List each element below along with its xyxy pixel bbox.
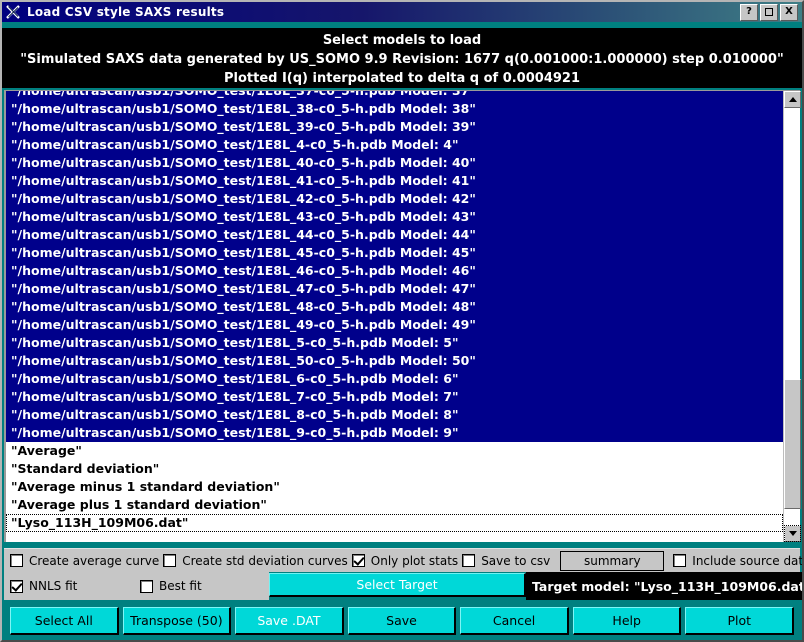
- list-item[interactable]: "/home/ultrascan/usb1/SOMO_test/1E8L_5-c…: [6, 334, 783, 352]
- best-fit-checkbox-icon[interactable]: [140, 579, 153, 593]
- save-to-csv-checkbox-icon[interactable]: [462, 554, 476, 567]
- vertical-scrollbar[interactable]: [783, 91, 801, 542]
- window-help-button[interactable]: ?: [740, 3, 758, 21]
- model-list-panel: "/home/ultrascan/usb1/SOMO_test/1E8L_37-…: [4, 90, 801, 542]
- list-item[interactable]: "/home/ultrascan/usb1/SOMO_test/1E8L_42-…: [6, 190, 783, 208]
- summary-button[interactable]: summary: [560, 550, 665, 571]
- checkbox-create-average-curve[interactable]: Create average curve: [10, 554, 159, 568]
- only-plot-stats-checkbox-icon[interactable]: [351, 554, 365, 567]
- include-source-data-label: Include source data: [692, 553, 804, 568]
- nnls-fit-label: NNLS fit: [29, 579, 78, 593]
- list-item[interactable]: "/home/ultrascan/usb1/SOMO_test/1E8L_41-…: [6, 172, 783, 190]
- list-item[interactable]: "/home/ultrascan/usb1/SOMO_test/1E8L_44-…: [6, 226, 783, 244]
- list-item[interactable]: "/home/ultrascan/usb1/SOMO_test/1E8L_7-c…: [6, 388, 783, 406]
- model-list-rows: "/home/ultrascan/usb1/SOMO_test/1E8L_37-…: [6, 91, 783, 532]
- header-line-2: "Simulated SAXS data generated by US_SOM…: [20, 52, 784, 67]
- window-controls: ? X: [740, 3, 798, 21]
- scroll-down-button[interactable]: [784, 525, 801, 542]
- header-line-3: Plotted I(q) interpolated to delta q of …: [223, 71, 581, 86]
- include-source-data-checkbox-icon[interactable]: [673, 554, 687, 567]
- scrollbar-thumb[interactable]: [784, 379, 801, 509]
- checkbox-include-source-data[interactable]: Include source data: [673, 553, 804, 568]
- scroll-up-arrow-icon: [788, 97, 797, 102]
- saxs-results-dialog: Load CSV style SAXS results ? X Select m…: [0, 0, 804, 642]
- fit-options-group: NNLS fit Best fit: [4, 572, 269, 600]
- window-maximize-button[interactable]: [760, 3, 778, 21]
- list-item[interactable]: "Average minus 1 standard deviation": [6, 478, 783, 496]
- list-item[interactable]: "Average": [6, 442, 783, 460]
- create-average-curve-checkbox-icon[interactable]: [10, 554, 23, 567]
- title-bar: Load CSV style SAXS results ? X: [2, 2, 802, 22]
- save-button[interactable]: Save: [347, 607, 457, 635]
- create-average-curve-label: Create average curve: [29, 553, 160, 568]
- list-item[interactable]: "/home/ultrascan/usb1/SOMO_test/1E8L_38-…: [6, 100, 783, 118]
- nnls-fit-checkbox-icon[interactable]: [10, 579, 23, 593]
- checkbox-save-to-csv[interactable]: Save to csv: [462, 554, 550, 568]
- cancel-button[interactable]: Cancel: [460, 607, 569, 635]
- scroll-up-button[interactable]: [784, 91, 801, 108]
- dialog-button-bar: Select All Transpose (50) Save .DAT Save Can…: [4, 602, 800, 640]
- list-item[interactable]: "/home/ultrascan/usb1/SOMO_test/1E8L_9-c…: [6, 424, 783, 442]
- options-row-fit: NNLS fit Best fit Select Target Target m…: [4, 572, 802, 600]
- list-item[interactable]: "/home/ultrascan/usb1/SOMO_test/1E8L_46-…: [6, 262, 783, 280]
- transpose-button[interactable]: Transpose (50): [122, 607, 232, 635]
- create-std-deviation-curves-checkbox-icon[interactable]: [163, 554, 177, 567]
- list-item[interactable]: "/home/ultrascan/usb1/SOMO_test/1E8L_37-…: [6, 91, 783, 100]
- checkbox-best-fit[interactable]: Best fit: [140, 579, 202, 593]
- list-item[interactable]: "Standard deviation": [6, 460, 783, 478]
- window-close-button[interactable]: X: [780, 3, 798, 21]
- list-item[interactable]: "/home/ultrascan/usb1/SOMO_test/1E8L_4-c…: [6, 136, 783, 154]
- checkbox-create-std-deviation-curves[interactable]: Create std deviation curves: [163, 554, 348, 568]
- list-item[interactable]: "/home/ultrascan/usb1/SOMO_test/1E8L_43-…: [6, 208, 783, 226]
- header-line-1: Select models to load: [322, 33, 482, 48]
- list-item[interactable]: "/home/ultrascan/usb1/SOMO_test/1E8L_50-…: [6, 352, 783, 370]
- list-item[interactable]: "/home/ultrascan/usb1/SOMO_test/1E8L_8-c…: [6, 406, 783, 424]
- list-item[interactable]: "Lyso_113H_109M06.dat": [6, 514, 783, 532]
- list-item[interactable]: "/home/ultrascan/usb1/SOMO_test/1E8L_48-…: [6, 298, 783, 316]
- plot-button[interactable]: Plot: [685, 607, 795, 635]
- maximize-icon: [765, 8, 773, 16]
- list-item[interactable]: "/home/ultrascan/usb1/SOMO_test/1E8L_39-…: [6, 118, 783, 136]
- select-all-button[interactable]: Select All: [10, 607, 119, 635]
- help-button[interactable]: Help: [572, 607, 682, 635]
- list-item[interactable]: "/home/ultrascan/usb1/SOMO_test/1E8L_45-…: [6, 244, 783, 262]
- save-dat-button: Save .DAT: [235, 607, 344, 635]
- scroll-down-arrow-icon: [788, 531, 797, 536]
- select-target-button[interactable]: Select Target: [269, 573, 526, 597]
- list-item[interactable]: "Average plus 1 standard deviation": [6, 496, 783, 514]
- create-std-deviation-curves-label: Create std deviation curves: [182, 553, 348, 568]
- model-list[interactable]: "/home/ultrascan/usb1/SOMO_test/1E8L_37-…: [6, 91, 783, 542]
- list-item[interactable]: "/home/ultrascan/usb1/SOMO_test/1E8L_49-…: [6, 316, 783, 334]
- options-row-checkboxes: Create average curve Create std deviatio…: [4, 548, 802, 572]
- window-title: Load CSV style SAXS results: [27, 5, 225, 19]
- list-item[interactable]: "/home/ultrascan/usb1/SOMO_test/1E8L_47-…: [6, 280, 783, 298]
- list-item[interactable]: "/home/ultrascan/usb1/SOMO_test/1E8L_6-c…: [6, 370, 783, 388]
- save-to-csv-label: Save to csv: [481, 553, 551, 568]
- header-banner: Select models to load "Simulated SAXS da…: [2, 28, 802, 88]
- only-plot-stats-label: Only plot stats: [370, 553, 459, 568]
- best-fit-label: Best fit: [159, 579, 202, 593]
- checkbox-nnls-fit[interactable]: NNLS fit: [10, 579, 140, 593]
- list-item[interactable]: "/home/ultrascan/usb1/SOMO_test/1E8L_40-…: [6, 154, 783, 172]
- target-model-label: Target model: "Lyso_113H_109M06.dat": [526, 572, 802, 600]
- checkbox-only-plot-stats[interactable]: Only plot stats: [351, 553, 459, 568]
- x-logo-icon: [5, 4, 22, 20]
